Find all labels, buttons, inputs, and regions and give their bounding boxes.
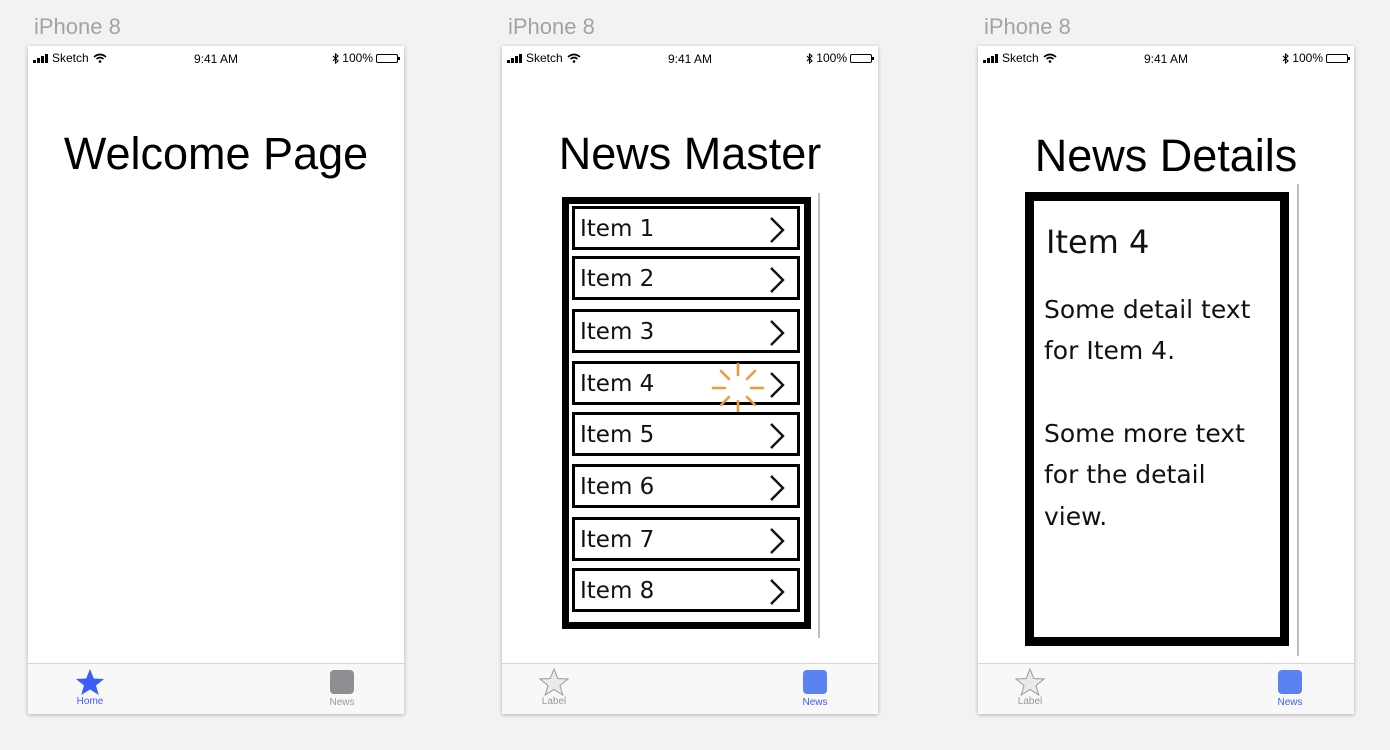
- phone-welcome: Sketch 9:41 AM 100% Welcome Page Home Ne…: [28, 46, 404, 714]
- detail-text-line: for the detail: [1044, 460, 1206, 489]
- tab-label: Home: [76, 696, 104, 707]
- list-item[interactable]: Item 4: [572, 361, 800, 414]
- list-item[interactable]: Item 6: [572, 464, 800, 508]
- tab-label: Label: [541, 696, 567, 707]
- detail-heading: Item 4: [1046, 223, 1150, 261]
- bluetooth-icon: [1282, 52, 1290, 64]
- tab-home[interactable]: Home: [50, 668, 130, 707]
- scrollbar: [1297, 184, 1299, 656]
- chevron-right-icon: [770, 372, 785, 398]
- detail-text-line: for Item 4.: [1044, 336, 1176, 365]
- list-item[interactable]: Item 7: [572, 517, 800, 561]
- status-bar: Sketch 9:41 AM 100%: [28, 46, 404, 70]
- list-item[interactable]: Item 2: [572, 256, 800, 300]
- phone-news-master: Sketch 9:41 AM 100% News Master Item 1 I…: [502, 46, 878, 714]
- tab-label: News: [802, 697, 828, 708]
- phone-news-details: Sketch 9:41 AM 100% News Details Item 4 …: [978, 46, 1354, 714]
- tab-label: News: [1277, 697, 1303, 708]
- battery-icon: [850, 53, 874, 63]
- list-item[interactable]: Item 8: [572, 568, 800, 612]
- list-item-label: Item 6: [580, 474, 655, 500]
- chevron-right-icon: [770, 320, 785, 346]
- news-detail-wireframe: Item 4 Some detail text for Item 4. Some…: [1025, 192, 1289, 646]
- list-item-label: Item 2: [580, 266, 655, 292]
- bluetooth-icon: [806, 52, 814, 64]
- list-item[interactable]: Item 1: [572, 206, 800, 250]
- tab-news[interactable]: News: [775, 668, 855, 708]
- status-bar: Sketch 9:41 AM 100%: [502, 46, 878, 70]
- tab-news[interactable]: News: [1250, 668, 1330, 708]
- tab-bar: Label News: [502, 663, 878, 714]
- chevron-right-icon: [770, 528, 785, 554]
- list-item[interactable]: Item 3: [572, 309, 800, 353]
- chevron-right-icon: [770, 475, 785, 501]
- page-title: News Details: [1034, 130, 1298, 181]
- list-item[interactable]: Item 5: [572, 412, 800, 456]
- list-item-label: Item 8: [580, 578, 655, 604]
- star-outline-icon: [539, 668, 569, 696]
- battery-percent: 100%: [1292, 51, 1323, 65]
- battery-percent: 100%: [342, 51, 373, 65]
- tab-bar: Home News: [28, 663, 404, 714]
- bluetooth-icon: [332, 52, 340, 64]
- square-icon: [1278, 670, 1302, 694]
- list-item-label: Item 4: [580, 371, 655, 397]
- star-outline-icon: [1015, 668, 1045, 696]
- status-bar: Sketch 9:41 AM 100%: [978, 46, 1354, 70]
- detail-text-line: Some more text: [1044, 419, 1245, 448]
- battery-icon: [376, 53, 400, 63]
- chevron-right-icon: [770, 579, 785, 605]
- detail-text-line: view.: [1044, 502, 1108, 531]
- tab-news[interactable]: News: [302, 668, 382, 708]
- chevron-right-icon: [770, 217, 785, 243]
- tap-indicator-icon: [711, 362, 765, 414]
- square-icon: [803, 670, 827, 694]
- artboard-label: iPhone 8: [34, 14, 121, 39]
- detail-text-line: Some detail text: [1044, 295, 1251, 324]
- tab-label: Label: [1017, 696, 1043, 707]
- page-title: News Master: [558, 128, 822, 179]
- list-item-label: Item 7: [580, 527, 655, 553]
- artboard-label: iPhone 8: [984, 14, 1071, 39]
- tab-label: News: [329, 697, 355, 708]
- list-item-label: Item 3: [580, 319, 655, 345]
- list-item-label: Item 5: [580, 422, 655, 448]
- tab-label-item[interactable]: Label: [514, 668, 594, 707]
- page-title: Welcome Page: [63, 128, 369, 179]
- star-filled-icon: [76, 669, 104, 695]
- tab-bar: Label News: [978, 663, 1354, 714]
- battery-percent: 100%: [816, 51, 847, 65]
- list-item-label: Item 1: [580, 216, 655, 242]
- battery-icon: [1326, 53, 1350, 63]
- chevron-right-icon: [770, 267, 785, 293]
- scrollbar: [818, 193, 820, 638]
- square-icon: [330, 670, 354, 694]
- artboard-label: iPhone 8: [508, 14, 595, 39]
- chevron-right-icon: [770, 423, 785, 449]
- news-list-wireframe: Item 1 Item 2 Item 3 Item 4 Item 5 Item …: [562, 197, 811, 629]
- tab-label-item[interactable]: Label: [990, 668, 1070, 707]
